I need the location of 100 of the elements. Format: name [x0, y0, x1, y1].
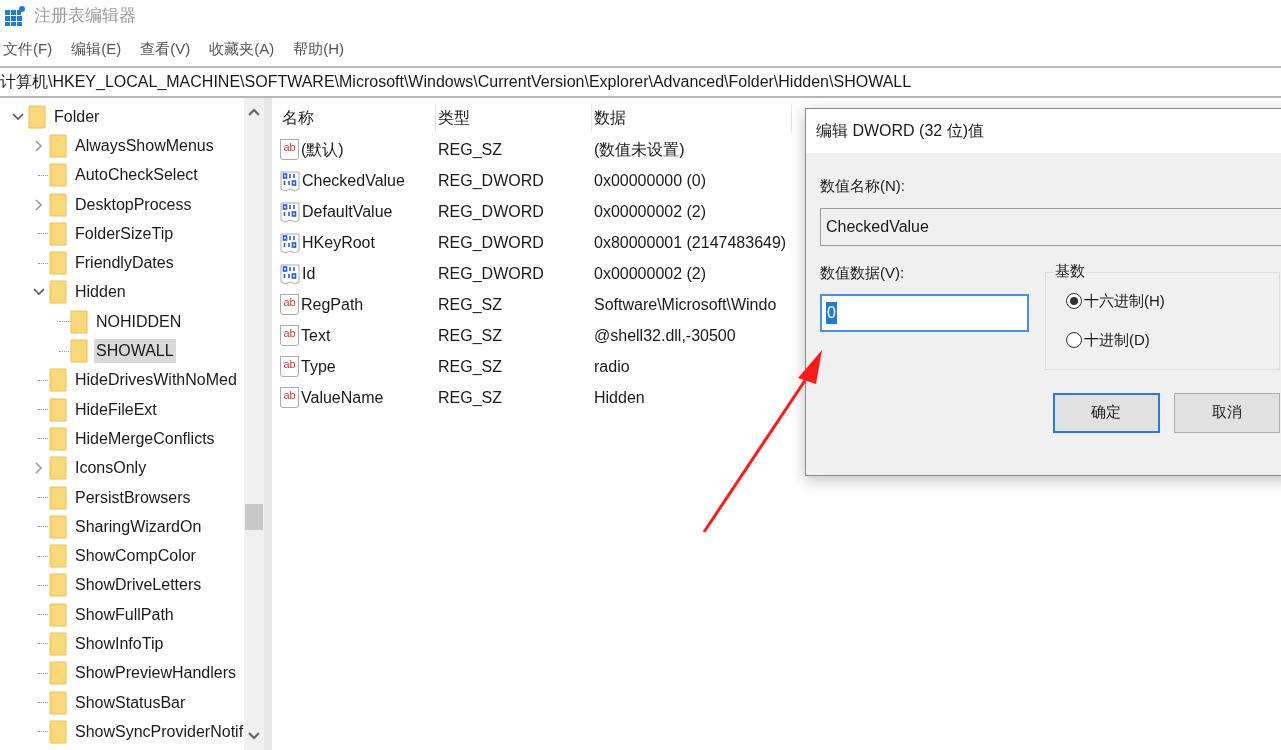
tree-item[interactable]: ShowPreviewHandlers [73, 661, 238, 686]
table-cell-text: REG_DWORD [437, 170, 545, 191]
value-name[interactable]: Id [302, 261, 316, 286]
table-cell-text: 0x00000002 (2) [593, 201, 707, 222]
value-data-field[interactable]: 0 [820, 294, 1029, 332]
tree-item[interactable]: AutoCheckSelect [73, 163, 200, 188]
column-header[interactable]: 数据 [592, 104, 792, 132]
binary-value-icon [280, 262, 300, 285]
value-name[interactable]: ValueName [301, 385, 384, 410]
menu-item[interactable]: 帮助(H) [293, 37, 344, 61]
tree-item[interactable]: ShowStatusBar [73, 690, 188, 715]
expand-chevron-icon[interactable] [35, 198, 43, 211]
table-cell-text: REG_DWORD [437, 201, 545, 222]
folder-icon [49, 602, 67, 627]
folder-icon [49, 514, 67, 539]
tree-item[interactable]: Hidden [73, 280, 128, 305]
tree-item[interactable]: HideMergeConflicts [73, 426, 217, 451]
value-name-field[interactable]: CheckedValue [820, 207, 1281, 246]
scroll-thumb[interactable] [245, 504, 263, 530]
column-header[interactable]: 类型 [436, 104, 592, 132]
tree-item[interactable]: HideDrivesWithNoMed [73, 368, 239, 393]
string-value-icon: ab [280, 139, 299, 160]
tree-item[interactable]: ShowSyncProviderNotif [73, 719, 244, 744]
binary-value-icon [280, 169, 300, 192]
folder-icon [49, 485, 67, 510]
tree-item[interactable]: SHOWALL [94, 339, 176, 363]
folder-icon [49, 221, 67, 246]
menu-item[interactable]: 收藏夹(A) [209, 37, 275, 61]
dialog-title: 编辑 DWORD (32 位)值 [816, 121, 984, 141]
tree-item[interactable]: PersistBrowsers [73, 485, 193, 510]
value-name[interactable]: Type [301, 354, 336, 379]
scroll-up-icon[interactable] [248, 108, 260, 116]
tree-item[interactable]: ShowFullPath [73, 602, 176, 627]
table-cell-text: @shell32.dll,-30500 [593, 325, 736, 346]
expand-chevron-icon[interactable] [35, 462, 43, 475]
table-cell-text: REG_SZ [437, 294, 503, 315]
folder-icon [49, 192, 67, 217]
radio-label[interactable]: 十六进制(H) [1084, 290, 1165, 313]
field-label: 数值名称(N): [820, 176, 905, 196]
collapse-chevron-icon[interactable] [12, 112, 24, 121]
menu-item[interactable]: 查看(V) [140, 37, 191, 61]
value-name[interactable]: Text [301, 323, 331, 348]
expand-chevron-icon[interactable] [35, 139, 43, 152]
tree-item[interactable]: NOHIDDEN [94, 309, 184, 334]
tree-item[interactable]: DesktopProcess [73, 192, 194, 217]
folder-icon [49, 719, 67, 744]
table-cell-text: REG_DWORD [437, 263, 545, 284]
table-cell-text: (数值未设置) [593, 139, 685, 160]
folder-icon [70, 309, 88, 334]
value-name[interactable]: CheckedValue [302, 168, 405, 193]
tree-item[interactable]: Folder [52, 104, 102, 129]
tree-item[interactable]: ShowInfoTip [73, 632, 166, 656]
tree-item[interactable]: FolderSizeTip [73, 221, 176, 246]
table-cell-text: REG_SZ [437, 325, 503, 346]
tree-item[interactable]: ShowCompColor [73, 544, 198, 569]
menu-item[interactable]: 文件(F) [3, 37, 53, 61]
scroll-down-icon[interactable] [248, 732, 260, 740]
table-cell-text: radio [593, 356, 630, 377]
folder-icon [49, 456, 67, 481]
tree-item[interactable]: FriendlyDates [73, 251, 176, 276]
radio-button[interactable] [1066, 293, 1082, 310]
table-cell-text: Hidden [593, 387, 645, 408]
folder-icon [70, 339, 88, 363]
folder-icon [49, 426, 67, 451]
tree-item[interactable]: HideFileExt [73, 397, 159, 422]
binary-value-icon [280, 231, 300, 254]
radio-button[interactable] [1066, 331, 1082, 348]
folder-icon [49, 368, 67, 393]
folder-icon [49, 163, 67, 188]
table-cell-text: REG_SZ [437, 387, 503, 408]
folder-icon [49, 397, 67, 422]
collapse-chevron-icon[interactable] [33, 288, 45, 297]
folder-icon [49, 280, 67, 305]
table-cell-text: REG_SZ [437, 356, 503, 377]
tree-item[interactable]: ShowDriveLetters [73, 573, 204, 598]
table-cell-text: Software\Microsoft\Windo [593, 294, 777, 315]
folder-icon [28, 104, 46, 129]
column-header[interactable]: 名称 [280, 104, 436, 132]
value-name[interactable]: HKeyRoot [302, 230, 375, 255]
radio-label[interactable]: 十进制(D) [1084, 328, 1150, 351]
tree-item[interactable]: IconsOnly [73, 456, 149, 481]
dialog-button[interactable]: 确定 [1053, 392, 1160, 433]
string-value-icon: ab [280, 294, 299, 315]
string-value-icon: ab [280, 387, 299, 408]
tree-item[interactable]: SharingWizardOn [73, 514, 204, 539]
value-name[interactable]: (默认) [301, 137, 344, 162]
folder-icon [49, 251, 67, 276]
address-bar[interactable]: 计算机\HKEY_LOCAL_MACHINE\SOFTWARE\Microsoft\Windows\CurrentVersion\Explorer\Advanced\Folder\Hidden\SHOWALL [0, 70, 912, 94]
value-name[interactable]: RegPath [301, 292, 364, 317]
table-cell-text: REG_DWORD [437, 232, 545, 253]
field-label: 数值数据(V): [820, 262, 905, 283]
folder-icon [49, 133, 67, 158]
dialog-button[interactable]: 取消 [1173, 392, 1280, 433]
folder-icon [49, 690, 67, 715]
value-name[interactable]: DefaultValue [302, 199, 393, 224]
table-cell-text: 0x00000002 (2) [593, 263, 707, 284]
scroll-bar[interactable] [244, 98, 264, 750]
tree-item[interactable]: AlwaysShowMenus [73, 133, 216, 158]
folder-icon [49, 632, 67, 656]
menu-item[interactable]: 编辑(E) [71, 37, 122, 61]
